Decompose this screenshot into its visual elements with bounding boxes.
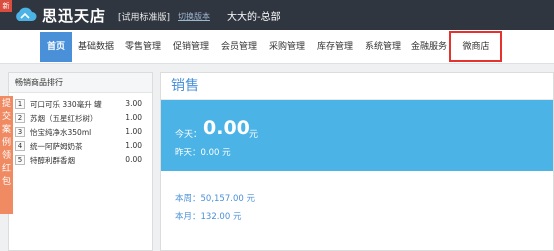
sales-title: 销售 bbox=[161, 73, 553, 100]
nav-inventory[interactable]: 库存管理 bbox=[312, 32, 358, 62]
promo-red-envelope-tab[interactable]: 提交案例领红包 bbox=[0, 96, 13, 214]
product-qty: 0.00 bbox=[125, 155, 142, 164]
nav-micro-store[interactable]: 微商店 bbox=[452, 32, 500, 62]
nav-retail[interactable]: 零售管理 bbox=[120, 32, 166, 62]
product-name: 苏烟（五星红杉树） bbox=[30, 114, 98, 123]
product-qty: 1.00 bbox=[125, 113, 142, 122]
bestseller-panel: 畅销商品排行 1 可口可乐 330毫升 罐 3.00 2 苏烟（五星红杉树） 1… bbox=[8, 72, 153, 251]
list-item[interactable]: 1 可口可乐 330毫升 罐 3.00 bbox=[9, 97, 152, 111]
product-name: 特醇利群香烟 bbox=[30, 156, 75, 165]
top-header: 新 思迅天店 [试用标准版] 切换版本 大大的-总部 bbox=[0, 0, 554, 30]
cloud-logo-icon bbox=[16, 7, 37, 21]
main-nav: 首页 基础数据 零售管理 促销管理 会员管理 采购管理 库存管理 系统管理 金融… bbox=[0, 30, 554, 64]
product-name: 怡宝纯净水350ml bbox=[30, 128, 92, 137]
nav-promotion[interactable]: 促销管理 bbox=[168, 32, 214, 62]
new-badge: 新 bbox=[0, 0, 12, 12]
list-item[interactable]: 4 统一阿萨姆奶茶 1.00 bbox=[9, 139, 152, 153]
today-sales-value: 0.00 bbox=[203, 117, 250, 139]
store-name: 大大的-总部 bbox=[227, 12, 281, 23]
nav-purchase[interactable]: 采购管理 bbox=[264, 32, 310, 62]
product-qty: 1.00 bbox=[125, 127, 142, 136]
today-label: 今天： bbox=[175, 130, 203, 140]
switch-version-link[interactable]: 切换版本 bbox=[178, 11, 210, 22]
rank-number: 2 bbox=[15, 113, 25, 123]
edition-label: [试用标准版] bbox=[118, 13, 171, 23]
app-logo-text: 思迅天店 bbox=[42, 7, 107, 25]
sales-panel: 销售 今天： 0.00 元 昨天：0.00 元 本周：50,157.00 元 本… bbox=[160, 72, 554, 251]
list-item[interactable]: 5 特醇利群香烟 0.00 bbox=[9, 153, 152, 167]
product-name: 统一阿萨姆奶茶 bbox=[30, 142, 83, 151]
rank-number: 4 bbox=[15, 141, 25, 151]
today-sales-box: 今天： 0.00 元 昨天：0.00 元 bbox=[161, 100, 553, 171]
rank-number: 5 bbox=[15, 155, 25, 165]
month-sales: 本月：132.00 元 bbox=[175, 212, 242, 222]
list-item[interactable]: 2 苏烟（五星红杉树） 1.00 bbox=[9, 111, 152, 125]
product-qty: 3.00 bbox=[125, 99, 142, 108]
nav-member[interactable]: 会员管理 bbox=[216, 32, 262, 62]
bestseller-title: 畅销商品排行 bbox=[9, 73, 152, 93]
product-qty: 1.00 bbox=[125, 141, 142, 150]
rank-number: 1 bbox=[15, 99, 25, 109]
nav-finance[interactable]: 金融服务 bbox=[408, 32, 450, 62]
list-item[interactable]: 3 怡宝纯净水350ml 1.00 bbox=[9, 125, 152, 139]
today-unit: 元 bbox=[249, 130, 259, 140]
nav-home[interactable]: 首页 bbox=[40, 32, 72, 62]
nav-system[interactable]: 系统管理 bbox=[360, 32, 406, 62]
yesterday-sales: 昨天：0.00 元 bbox=[175, 148, 231, 158]
nav-basic-data[interactable]: 基础数据 bbox=[74, 32, 118, 62]
rank-number: 3 bbox=[15, 127, 25, 137]
week-sales: 本周：50,157.00 元 bbox=[175, 194, 255, 204]
product-name: 可口可乐 330毫升 罐 bbox=[30, 100, 102, 109]
